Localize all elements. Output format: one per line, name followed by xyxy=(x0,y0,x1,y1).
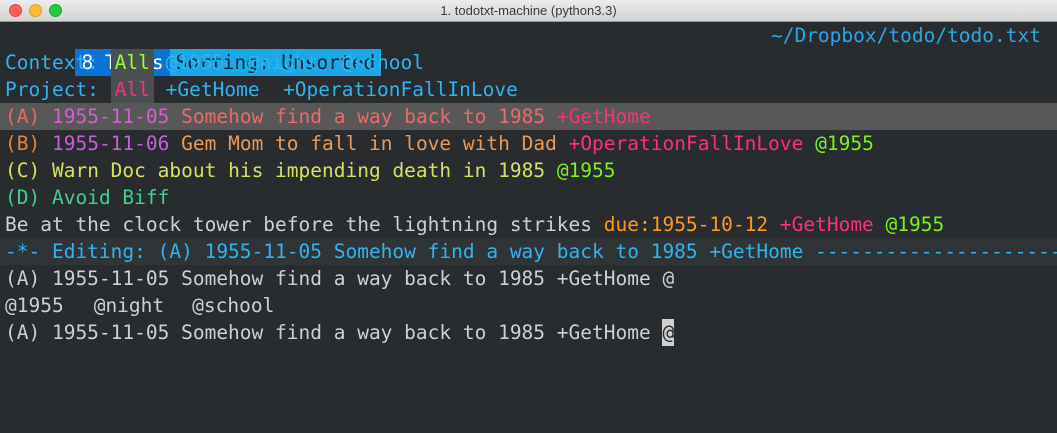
todo-due-tag: due:1955-10-12 xyxy=(603,213,769,236)
completion-line: (A) 1955-11-05 Somehow find a way back t… xyxy=(5,267,675,290)
todo-context-tag: @1955 xyxy=(885,213,945,236)
title-bar: 1. todotxt-machine (python3.3) xyxy=(0,0,1057,22)
suggestion-night[interactable]: @night xyxy=(94,294,164,317)
edit-input[interactable]: (A) 1955-11-05 Somehow find a way back t… xyxy=(5,319,1057,346)
project-filter-row: Project: All +GetHome +OperationFallInLo… xyxy=(5,76,1057,103)
edit-input-text: (A) 1955-11-05 Somehow find a way back t… xyxy=(5,321,663,344)
todo-priority: (B) xyxy=(5,132,41,155)
todo-text: Avoid Biff xyxy=(51,186,170,209)
todo-priority: (A) xyxy=(5,105,41,128)
todo-item[interactable]: Be at the clock tower before the lightni… xyxy=(5,211,1057,238)
todo-context-tag: @1955 xyxy=(556,159,616,182)
project-label: Project: xyxy=(5,78,99,101)
suggestion-1955[interactable]: @1955 xyxy=(5,294,64,317)
todo-text: Warn Doc about his impending death in 19… xyxy=(51,159,546,182)
todo-priority: (D) xyxy=(5,186,41,209)
todo-project-tag: +OperationFallInLove xyxy=(568,132,804,155)
editing-header: -*- Editing: (A) 1955-11-05 Somehow find… xyxy=(0,238,1057,265)
todo-item-selected[interactable]: (A) 1955-11-05 Somehow find a way back t… xyxy=(0,103,1057,130)
context-filter-row: Context: All @1955 @night @school xyxy=(5,49,1057,76)
context-filter-night[interactable]: @night xyxy=(248,49,318,76)
todo-project-tag: +GetHome xyxy=(556,105,651,128)
project-filter-gethome[interactable]: +GetHome xyxy=(166,76,260,103)
text-cursor: @ xyxy=(662,319,675,346)
todo-text: Be at the clock tower before the lightni… xyxy=(5,213,592,236)
todo-context-tag: @1955 xyxy=(815,132,874,155)
terminal-content[interactable]: 8 TodosSorting: Unsorted ~/Dropbox/todo/… xyxy=(0,22,1057,433)
context-filter-school[interactable]: @school xyxy=(342,49,424,76)
todo-date: 1955-11-06 xyxy=(51,132,170,155)
todo-project-tag: +GetHome xyxy=(779,213,874,236)
status-bar: 8 TodosSorting: Unsorted ~/Dropbox/todo/… xyxy=(5,22,1057,76)
todo-text: Somehow find a way back to 1985 xyxy=(181,105,546,128)
suggestion-school[interactable]: @school xyxy=(192,294,274,317)
project-filter-all[interactable]: All xyxy=(110,76,154,103)
terminal-window: 1. todotxt-machine (python3.3) 8 TodosSo… xyxy=(0,0,1057,433)
todo-priority: (C) xyxy=(5,159,41,182)
todo-date: 1955-11-05 xyxy=(51,105,170,128)
todo-file-path: ~/Dropbox/todo/todo.txt xyxy=(770,24,1041,47)
window-title: 1. todotxt-machine (python3.3) xyxy=(440,3,617,18)
context-label: Context: xyxy=(5,51,99,74)
todo-text: Gem Mom to fall in love with Dad xyxy=(181,132,557,155)
project-filter-operationfallinlove[interactable]: +OperationFallInLove xyxy=(283,76,518,103)
context-filter-all[interactable]: All xyxy=(110,49,154,76)
todo-item[interactable]: (C) Warn Doc about his impending death i… xyxy=(5,157,1057,184)
todo-item[interactable]: (B) 1955-11-06 Gem Mom to fall in love w… xyxy=(5,130,1057,157)
context-filter-1955[interactable]: @1955 xyxy=(166,49,225,76)
completion-suggestions: @1955 @night @school xyxy=(5,292,1057,319)
todo-item[interactable]: (D) Avoid Biff xyxy=(5,184,1057,211)
